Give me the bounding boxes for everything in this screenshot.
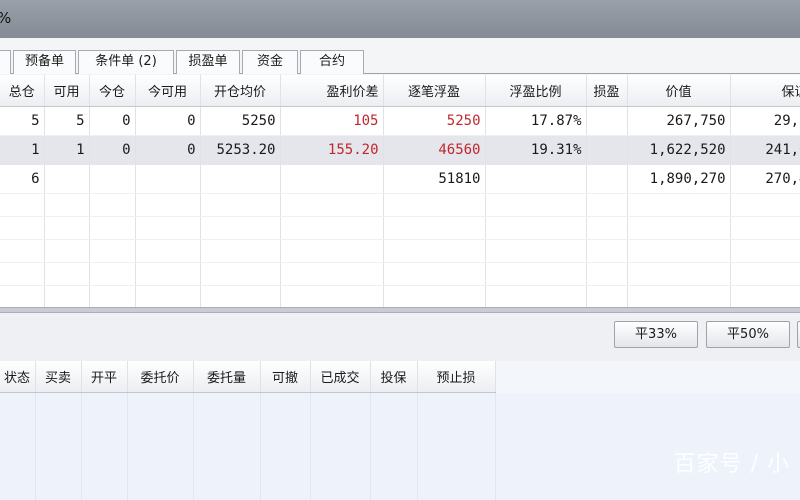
col-header-float-ratio[interactable]: 浮盈比例: [485, 75, 587, 107]
empty-row: [0, 285, 800, 309]
cell-value: 1,622,520: [627, 135, 731, 165]
empty-row: [0, 262, 800, 286]
tab-stop-profit-orders[interactable]: 损盈单: [176, 50, 240, 74]
col-header-buy-sell[interactable]: 买卖: [35, 361, 82, 393]
cell-profit-spread: [280, 164, 384, 194]
col-header-stop-profit[interactable]: 损盈: [586, 75, 628, 107]
positions-grid: 总仓 可用 今仓 今可用 开仓均价 盈利价差 逐笔浮盈 浮盈比例 损盈 价值 保…: [0, 75, 800, 309]
cell-stop-profit: [586, 106, 628, 136]
col-header-total[interactable]: 总仓: [0, 75, 45, 107]
cell-stop-profit: [586, 135, 628, 165]
col-header-value[interactable]: 价值: [627, 75, 731, 107]
cell-today: 0: [89, 106, 136, 136]
col-header-order-price[interactable]: 委托价: [127, 361, 194, 393]
grid-line: [370, 393, 371, 500]
cell-margin: 29,3: [730, 106, 800, 136]
cell-today-available: [135, 164, 201, 194]
watermark: 百家号 / 小: [673, 452, 790, 477]
empty-row: [0, 216, 800, 240]
col-header-avg-open-price[interactable]: 开仓均价: [200, 75, 281, 107]
positions-table: 总仓 可用 今仓 今可用 开仓均价 盈利价差 逐笔浮盈 浮盈比例 损盈 价值 保…: [0, 75, 800, 309]
cell-margin: 270,4: [730, 164, 800, 194]
grid-line: [35, 393, 36, 500]
col-header-float-pnl[interactable]: 逐笔浮盈: [383, 75, 486, 107]
cell-float-ratio: 17.87%: [485, 106, 587, 136]
action-bar: 平33% 平50%: [0, 313, 800, 361]
positions-header-row: 总仓 可用 今仓 今可用 开仓均价 盈利价差 逐笔浮盈 浮盈比例 损盈 价值 保…: [0, 75, 800, 107]
tab-strip: 预备单 条件单 (2) 损盈单 资金 合约: [0, 38, 800, 74]
cell-float-ratio: 19.31%: [485, 135, 587, 165]
cell-value: 1,890,270: [627, 164, 731, 194]
cell-avg-open-price: [200, 164, 281, 194]
col-header-profit-spread[interactable]: 盈利价差: [280, 75, 384, 107]
col-header-cancelable[interactable]: 可撤: [260, 361, 311, 393]
cell-available: 5: [44, 106, 90, 136]
grid-line: [310, 393, 311, 500]
cell-total: 6: [0, 164, 45, 194]
grid-line: [260, 393, 261, 500]
orders-table: 状态 买卖 开平 委托价 委托量 可撤 已成交 投保 预止损: [0, 361, 496, 393]
tab-contracts[interactable]: 合约: [300, 50, 364, 74]
cell-today-available: 0: [135, 135, 201, 165]
cell-float-ratio: [485, 164, 587, 194]
orders-grid: 状态 买卖 开平 委托价 委托量 可撤 已成交 投保 预止损: [0, 361, 800, 500]
col-header-order-qty[interactable]: 委托量: [193, 361, 261, 393]
col-header-status[interactable]: 状态: [0, 361, 36, 393]
cell-available: [44, 164, 90, 194]
tab-conditional-orders[interactable]: 条件单 (2): [78, 50, 174, 74]
cell-profit-spread: 105: [280, 106, 384, 136]
cell-value: 267,750: [627, 106, 731, 136]
cell-stop-profit: [586, 164, 628, 194]
col-header-today[interactable]: 今仓: [89, 75, 136, 107]
table-row[interactable]: 5 5 0 0 5250 105 5250 17.87% 267,750 29,…: [0, 106, 800, 136]
col-header-pre-stop-loss[interactable]: 预止损: [417, 361, 496, 393]
window-title: %: [0, 9, 11, 27]
grid-line: [127, 393, 128, 500]
tab-pre-order[interactable]: 预备单: [13, 50, 76, 74]
empty-row: [0, 239, 800, 263]
table-row[interactable]: 1 1 0 0 5253.20 155.20 46560 19.31% 1,62…: [0, 135, 800, 165]
cell-float-pnl: 46560: [383, 135, 486, 165]
orders-header-row: 状态 买卖 开平 委托价 委托量 可撤 已成交 投保 预止损: [0, 361, 496, 393]
cell-available: 1: [44, 135, 90, 165]
grid-line: [193, 393, 194, 500]
col-header-filled[interactable]: 已成交: [310, 361, 371, 393]
grid-line: [417, 393, 418, 500]
cell-today: 0: [89, 135, 136, 165]
col-header-margin[interactable]: 保证: [730, 75, 800, 107]
cell-avg-open-price: 5250: [200, 106, 281, 136]
cell-today: [89, 164, 136, 194]
cell-profit-spread: 155.20: [280, 135, 384, 165]
grid-line: [495, 393, 496, 500]
tab-partial[interactable]: [0, 50, 11, 74]
totals-row[interactable]: 6 51810 1,890,270 270,4: [0, 164, 800, 194]
cell-avg-open-price: 5253.20: [200, 135, 281, 165]
cell-today-available: 0: [135, 106, 201, 136]
close-50-percent-button[interactable]: 平50%: [706, 321, 790, 348]
grid-line: [81, 393, 82, 500]
cell-total: 5: [0, 106, 45, 136]
col-header-open-close[interactable]: 开平: [81, 361, 128, 393]
cell-margin: 241,0: [730, 135, 800, 165]
cell-float-pnl: 51810: [383, 164, 486, 194]
empty-row: [0, 193, 800, 217]
col-header-today-available[interactable]: 今可用: [135, 75, 201, 107]
cell-float-pnl: 5250: [383, 106, 486, 136]
col-header-available[interactable]: 可用: [44, 75, 90, 107]
title-bar: %: [0, 0, 800, 38]
close-33-percent-button[interactable]: 平33%: [614, 321, 698, 348]
col-header-hedge[interactable]: 投保: [370, 361, 418, 393]
tab-funds[interactable]: 资金: [242, 50, 298, 74]
cell-total: 1: [0, 135, 45, 165]
